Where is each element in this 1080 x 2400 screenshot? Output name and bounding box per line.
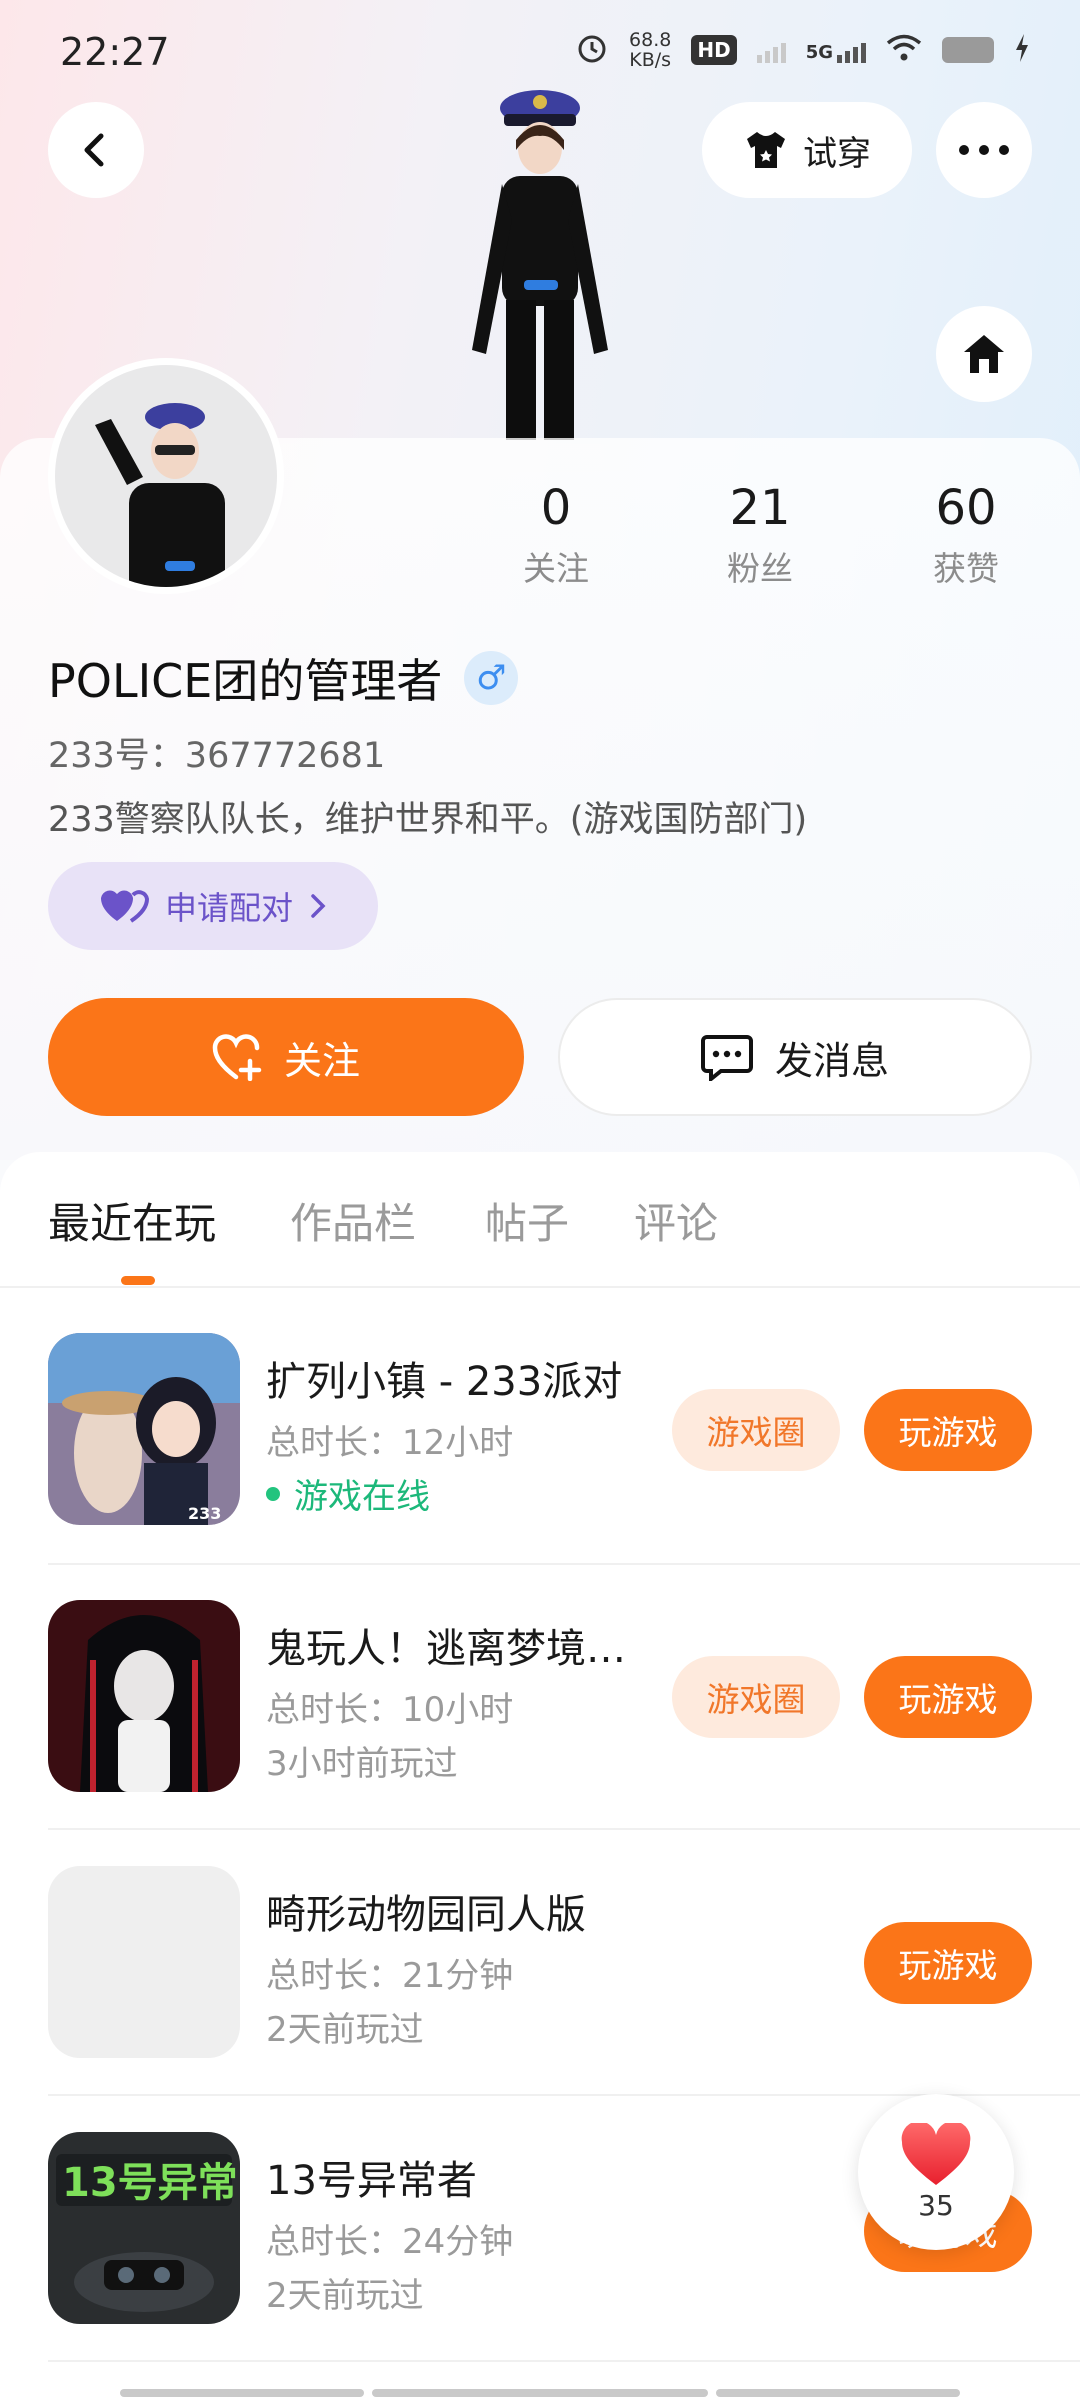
game-icon: 233 (48, 1333, 240, 1525)
status-time: 22:27 (60, 30, 170, 74)
online-dot-icon (266, 1486, 280, 1501)
try-on-label: 试穿 (803, 133, 871, 174)
stat-likes[interactable]: 60 获赞 (886, 480, 1046, 590)
name-row: POLICE团的管理者 ♂ (48, 645, 519, 711)
stat-following[interactable]: 0 关注 (476, 480, 636, 590)
hd-badge: HD (691, 35, 737, 65)
game-duration: 总时长：21分钟 (266, 1956, 514, 1996)
play-game-button[interactable]: 玩游戏 (864, 1656, 1032, 1738)
user-name: POLICE团的管理者 (48, 654, 443, 708)
pair-request-button[interactable]: 申请配对 (48, 862, 378, 950)
user-id: 233号：367772681 (48, 736, 386, 776)
net-speed-value: 68.8 (629, 29, 672, 51)
stat-followers[interactable]: 21 粉丝 (680, 480, 840, 590)
game-duration: 总时长：12小时 (266, 1423, 514, 1463)
list-item[interactable]: 畸形动物园同人版 总时长：21分钟 2天前玩过 玩游戏 (0, 1866, 1080, 2132)
charging-icon (1014, 34, 1030, 66)
last-played: 3小时前玩过 (266, 1744, 458, 1784)
online-status-text: 游戏在线 (294, 1477, 430, 1517)
back-button[interactable] (48, 102, 144, 198)
tab-divider (0, 1286, 1080, 1288)
game-icon (48, 1600, 240, 1792)
game-title: 畸形动物园同人版 (266, 1892, 586, 1938)
scroll-indicator (716, 2389, 960, 2397)
scroll-indicator (120, 2389, 364, 2397)
home-button[interactable] (936, 306, 1032, 402)
user-bio: 233警察队队长，维护世界和平。(游戏国防部门) (48, 800, 808, 840)
tab-works[interactable]: 作品栏 (290, 1190, 416, 1251)
game-icon-placeholder (48, 1866, 240, 2058)
stat-label: 粉丝 (727, 549, 793, 588)
divider (48, 1563, 1080, 1565)
home-icon (964, 335, 1004, 373)
network-type: 5G (805, 42, 833, 63)
chat-bubble-icon (700, 1035, 753, 1081)
avatar-figure (420, 80, 660, 440)
chevron-right-icon (311, 894, 326, 918)
tab-recently-played[interactable]: 最近在玩 (48, 1190, 216, 1251)
follow-label: 关注 (283, 1038, 360, 1083)
game-title: 鬼玩人！逃离梦境… (266, 1626, 626, 1672)
game-circle-button[interactable]: 游戏圈 (672, 1656, 840, 1738)
last-played: 2天前玩过 (266, 2276, 424, 2316)
divider (48, 1828, 1080, 1830)
game-duration: 总时长：10小时 (266, 1690, 514, 1730)
game-online-status: 游戏在线 (266, 1469, 430, 1518)
double-heart-icon (100, 890, 149, 923)
send-message-button[interactable]: 发消息 (558, 998, 1032, 1116)
icon-badge-text: 233 (188, 1504, 221, 1523)
try-on-button[interactable]: 试穿 (702, 102, 912, 198)
stat-label: 获赞 (933, 549, 999, 588)
icon-text: 13号异常 (62, 2160, 238, 2206)
more-dots-icon (959, 145, 1009, 155)
shirt-icon (747, 132, 785, 168)
male-gender-icon: ♂ (464, 651, 519, 705)
heart-plus-icon (212, 1034, 262, 1081)
battery-icon (942, 37, 994, 63)
stat-value: 0 (540, 480, 572, 536)
tab-comments[interactable]: 评论 (634, 1190, 718, 1251)
like-button[interactable]: 35 (858, 2094, 1014, 2250)
stat-value: 60 (935, 480, 997, 536)
list-item[interactable]: 鬼玩人！逃离梦境… 总时长：10小时 3小时前玩过 游戏圈 玩游戏 (0, 1600, 1080, 1866)
game-duration: 总时长：24分钟 (266, 2222, 514, 2262)
tab-indicator (121, 1276, 155, 1285)
signal-icon-sim1 (756, 37, 786, 63)
like-count: 35 (918, 2188, 954, 2222)
list-item[interactable]: 233 扩列小镇 - 233派对 总时长：12小时 游戏在线 游戏圈 玩游戏 (0, 1333, 1080, 1599)
signal-icon-sim2: 5G (806, 37, 866, 63)
pair-label: 申请配对 (164, 889, 293, 927)
stat-label: 关注 (523, 549, 589, 588)
follow-button[interactable]: 关注 (48, 998, 524, 1116)
alarm-icon (575, 31, 609, 69)
back-arrow-icon (84, 133, 104, 167)
scroll-indicator (372, 2389, 708, 2397)
game-title: 扩列小镇 - 233派对 (266, 1359, 623, 1405)
stat-value: 21 (729, 480, 791, 536)
heart-icon (901, 2122, 971, 2185)
wifi-icon (886, 34, 922, 66)
play-game-button[interactable]: 玩游戏 (864, 1389, 1032, 1471)
status-icons: 68.8 KB/s HD 5G (575, 30, 1030, 70)
avatar-image (55, 365, 277, 587)
send-message-label: 发消息 (774, 1038, 889, 1083)
profile-avatar[interactable] (48, 358, 284, 594)
divider (48, 2360, 1080, 2362)
tab-posts[interactable]: 帖子 (485, 1190, 569, 1251)
game-circle-button[interactable]: 游戏圈 (672, 1389, 840, 1471)
game-icon: 13号异常 (48, 2132, 240, 2324)
more-button[interactable] (936, 102, 1032, 198)
play-game-button[interactable]: 玩游戏 (864, 1922, 1032, 2004)
net-speed-unit: KB/s (629, 49, 672, 71)
net-speed: 68.8 KB/s (629, 30, 671, 70)
last-played: 2天前玩过 (266, 2010, 424, 2050)
game-title: 13号异常者 (266, 2158, 477, 2204)
